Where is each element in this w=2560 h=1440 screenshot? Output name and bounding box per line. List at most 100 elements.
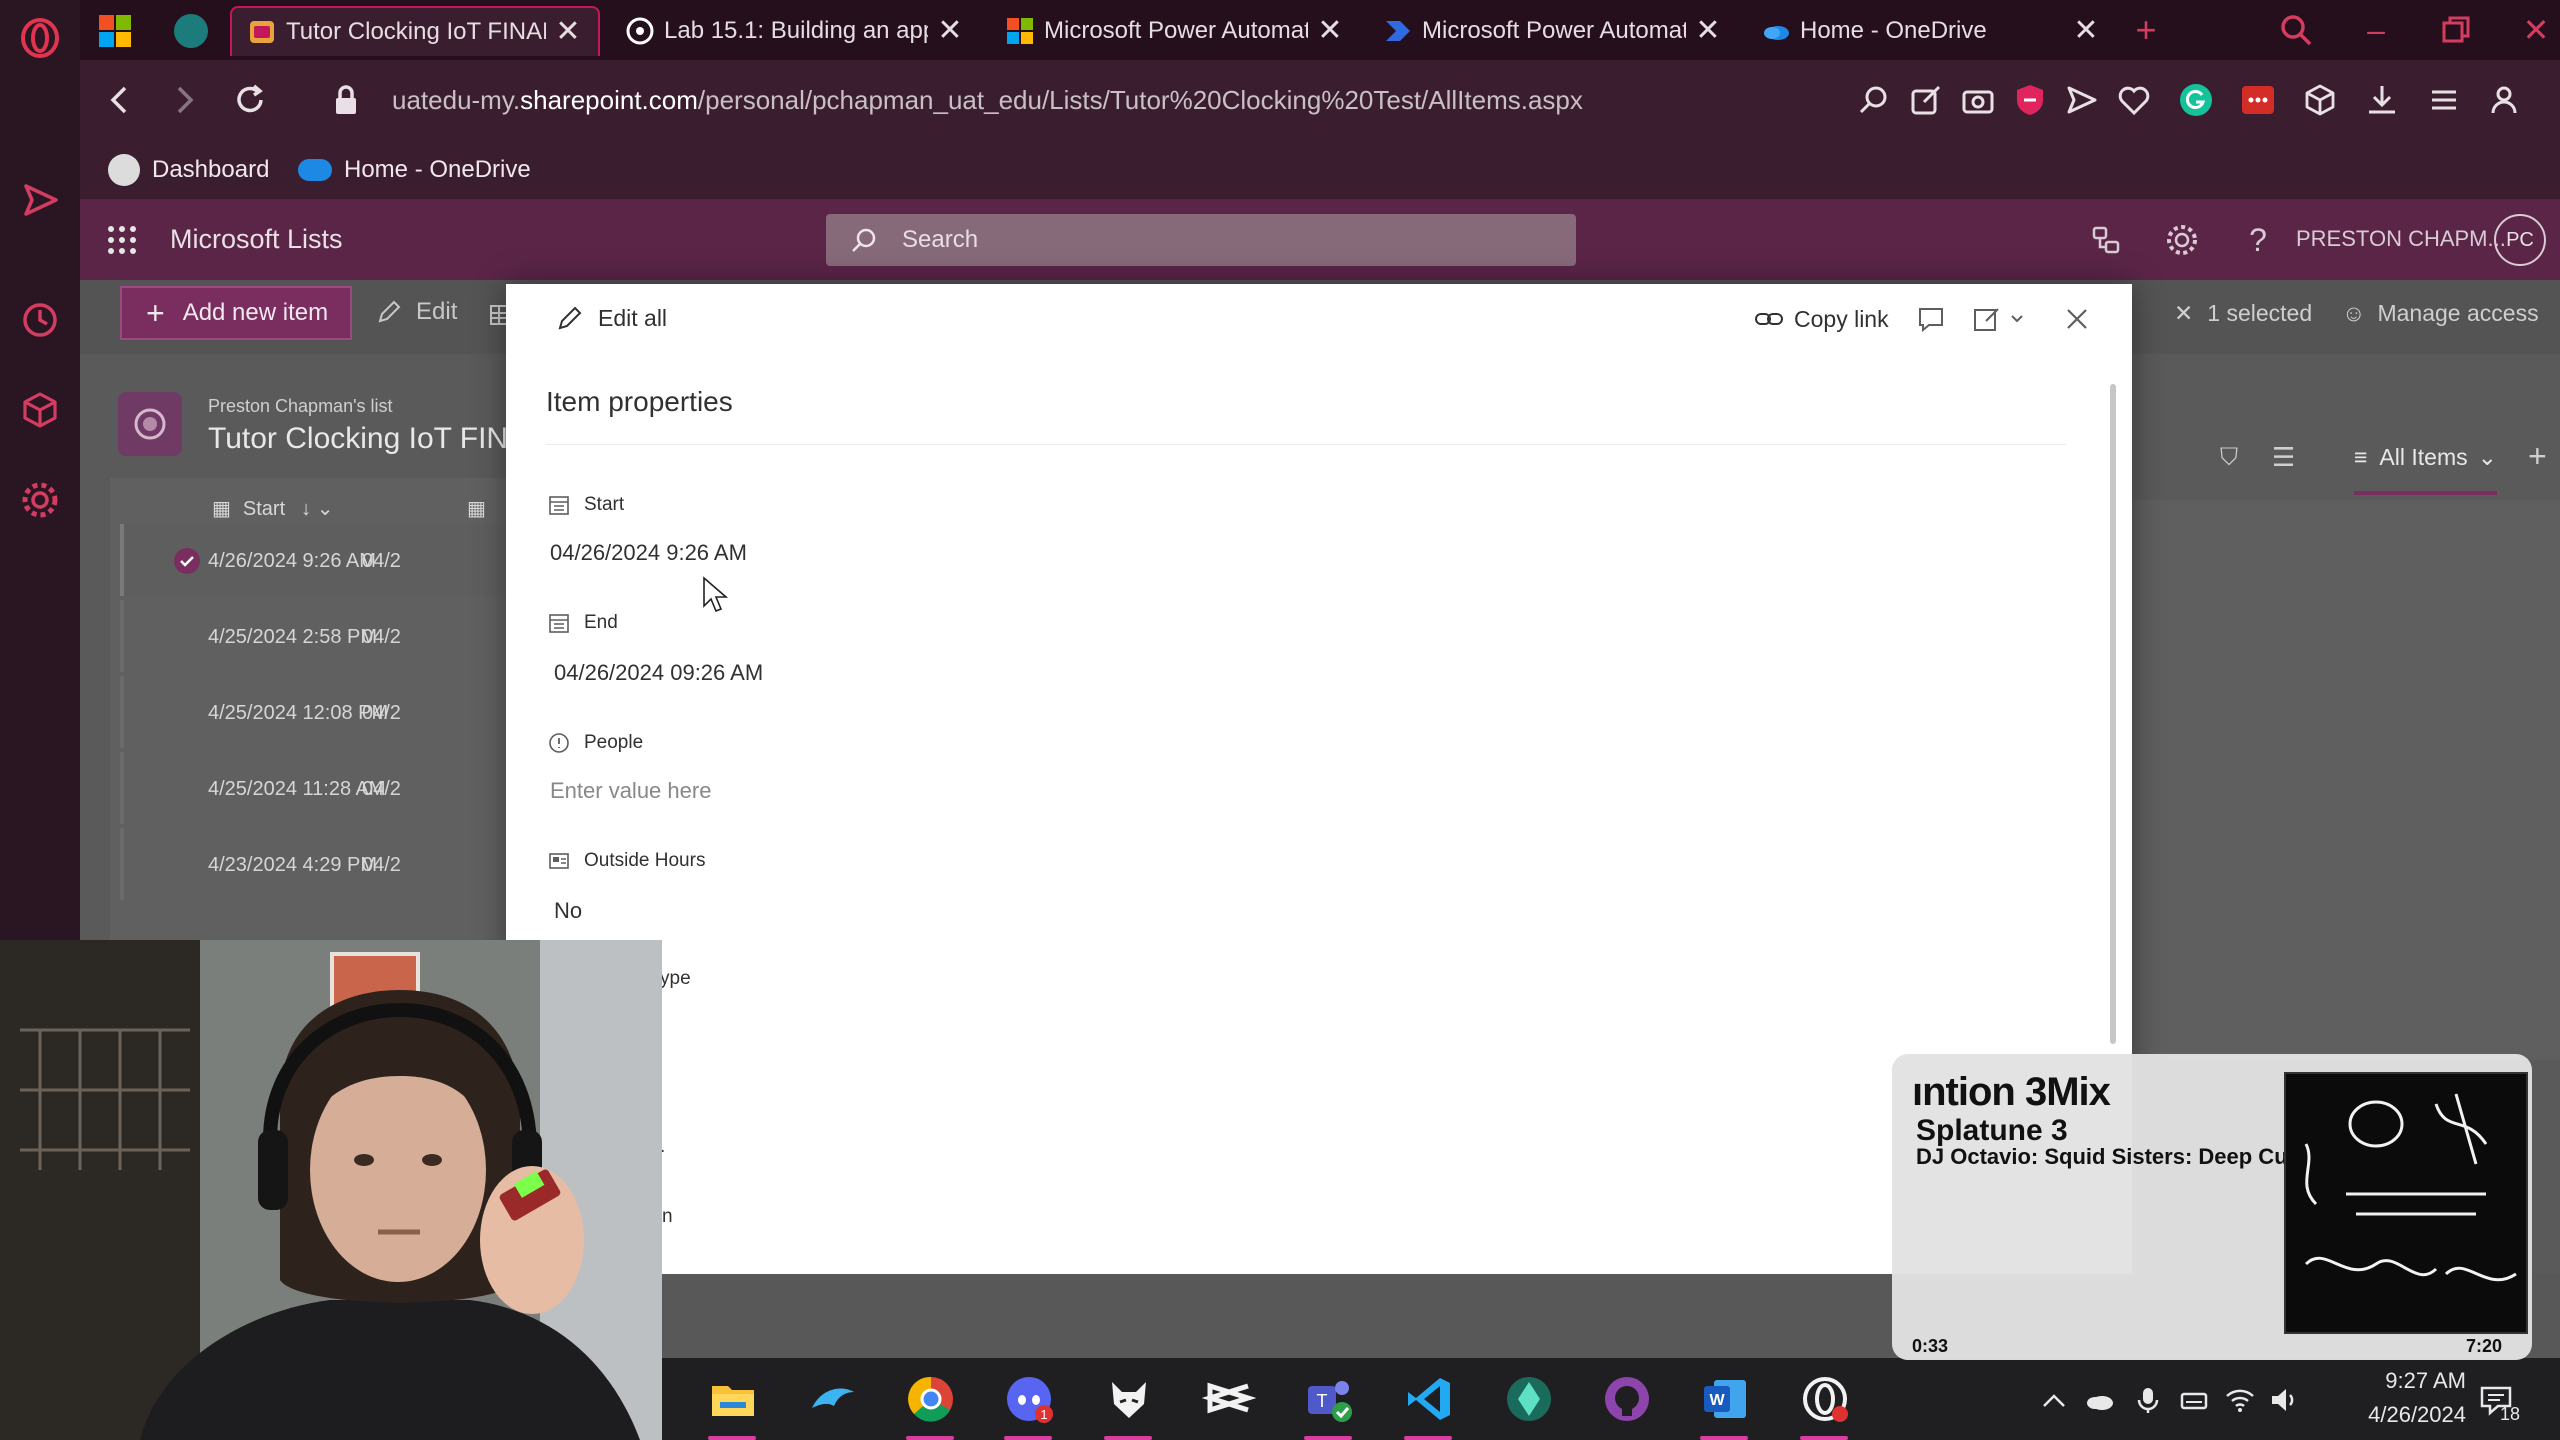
- field-value-start[interactable]: 04/26/2024 9:26 AM: [550, 540, 747, 566]
- selection-info[interactable]: ✕ 1 selected: [2174, 300, 2312, 327]
- add-new-item-button[interactable]: + Add new item: [120, 286, 352, 340]
- back-icon[interactable]: [100, 80, 140, 120]
- close-tab-icon[interactable]: ✕: [554, 17, 582, 47]
- search-tabs-icon[interactable]: [2278, 12, 2314, 48]
- app-launcher-icon[interactable]: [104, 222, 140, 258]
- search-box[interactable]: Search: [826, 214, 1576, 266]
- tab-onedrive[interactable]: Home - OneDrive ✕: [1746, 6, 2116, 56]
- network-device-icon[interactable]: [2178, 1384, 2210, 1416]
- edit-all-button[interactable]: Edit all: [556, 304, 667, 332]
- table-row[interactable]: 4/23/2024 4:29 PM 04/2: [120, 828, 540, 900]
- comment-icon[interactable]: [1916, 304, 1946, 334]
- url-field[interactable]: uatedu-my.sharepoint.com/personal/pchapm…: [392, 80, 1583, 120]
- sharepoint-pinned-icon[interactable]: [174, 14, 208, 48]
- easy-setup-menu-icon[interactable]: [2426, 82, 2462, 118]
- svg-text:W: W: [1709, 1392, 1725, 1409]
- bookmark-dashboard[interactable]: Dashboard: [108, 152, 269, 188]
- new-tab-icon[interactable]: +: [2128, 12, 2164, 48]
- table-row[interactable]: 4/25/2024 11:28 AM 04/2: [120, 752, 540, 824]
- vscode-icon[interactable]: [1402, 1372, 1456, 1426]
- taskbar-running-indicator: [1104, 1436, 1152, 1440]
- panel-scrollbar[interactable]: [2110, 384, 2116, 1044]
- snapshot-camera-icon[interactable]: [1960, 82, 1996, 118]
- share-edit-icon[interactable]: [1908, 82, 1944, 118]
- volume-icon[interactable]: [2268, 1384, 2300, 1416]
- clock-time[interactable]: 9:27 AM: [2336, 1368, 2466, 1394]
- profile-icon[interactable]: [2486, 82, 2522, 118]
- opera-gx-icon[interactable]: [1798, 1372, 1852, 1426]
- download-icon[interactable]: [2364, 82, 2400, 118]
- user-name[interactable]: PRESTON CHAPM...: [2296, 226, 2506, 252]
- view-selector[interactable]: ≡ All Items ⌄: [2354, 444, 2497, 495]
- close-tab-icon[interactable]: ✕: [2072, 16, 2100, 46]
- ad-blocker-shield-icon[interactable]: [2012, 82, 2048, 118]
- reload-icon[interactable]: [230, 80, 270, 120]
- filter-icon[interactable]: ⛉: [2220, 444, 2238, 472]
- clock-date[interactable]: 4/26/2024: [2316, 1402, 2466, 1428]
- group-list-icon[interactable]: ☰: [2272, 442, 2295, 473]
- file-explorer-icon[interactable]: [706, 1372, 760, 1426]
- chrome-icon[interactable]: [904, 1372, 958, 1426]
- edit-form-icon[interactable]: [1972, 304, 2032, 334]
- microphone-icon[interactable]: [2132, 1384, 2164, 1416]
- opera-logo-icon[interactable]: [18, 16, 62, 60]
- heart-icon[interactable]: [2116, 82, 2152, 118]
- avatar[interactable]: PC: [2494, 214, 2546, 266]
- wifi-icon[interactable]: [2224, 1384, 2256, 1416]
- close-tab-icon[interactable]: ✕: [1316, 16, 1344, 46]
- edit-command[interactable]: Edit: [376, 298, 457, 326]
- settings-gear-icon[interactable]: [18, 478, 62, 522]
- tray-chevron-up-icon[interactable]: [2038, 1384, 2070, 1416]
- teams-icon[interactable]: T: [1302, 1372, 1356, 1426]
- edge-dolphin-icon[interactable]: [806, 1372, 860, 1426]
- row-selected-check-icon[interactable]: [174, 548, 200, 574]
- send-flow-icon[interactable]: [18, 178, 62, 222]
- history-icon[interactable]: [18, 298, 62, 342]
- table-row[interactable]: 4/25/2024 2:58 PM 04/2: [120, 600, 540, 672]
- add-view-icon[interactable]: +: [2528, 438, 2547, 475]
- close-tab-icon[interactable]: ✕: [1694, 16, 1722, 46]
- field-value-end[interactable]: 04/26/2024 09:26 AM: [554, 660, 763, 686]
- send-icon[interactable]: [2064, 82, 2100, 118]
- extensions-icon[interactable]: [2302, 82, 2338, 118]
- extensions-cube-icon[interactable]: [18, 388, 62, 432]
- help-icon[interactable]: ?: [2238, 220, 2278, 260]
- manage-access-button[interactable]: ☺ Manage access: [2342, 300, 2539, 327]
- minimize-icon[interactable]: –: [2358, 12, 2394, 48]
- word-icon[interactable]: W: [1698, 1372, 1752, 1426]
- restore-window-icon[interactable]: [2438, 12, 2474, 48]
- copy-link-button[interactable]: Copy link: [1754, 304, 1889, 334]
- field-value-people[interactable]: Enter value here: [550, 778, 711, 804]
- tab-power-automate-1[interactable]: Microsoft Power Automat ✕: [990, 6, 1360, 56]
- close-tab-icon[interactable]: ✕: [936, 16, 964, 46]
- share-connect-icon[interactable]: [2086, 220, 2126, 260]
- lastpass-icon[interactable]: [2240, 82, 2276, 118]
- tab-power-automate-2[interactable]: Microsoft Power Automat ✕: [1368, 6, 1738, 56]
- grammarly-icon[interactable]: [2178, 82, 2214, 118]
- zoom-search-icon[interactable]: [1856, 82, 1892, 118]
- add-new-item-label: Add new item: [182, 299, 329, 326]
- column-header-start[interactable]: ▦ Start ↓ ⌄ ▦: [128, 496, 486, 521]
- bookmark-onedrive[interactable]: Home - OneDrive: [298, 152, 531, 188]
- table-row[interactable]: 4/25/2024 12:08 PM 04/2: [120, 676, 540, 748]
- lock-icon[interactable]: [326, 80, 366, 120]
- microsoft-logo-icon[interactable]: [98, 14, 132, 48]
- settings-icon[interactable]: [2162, 220, 2202, 260]
- github-icon[interactable]: [1600, 1372, 1654, 1426]
- forward-icon[interactable]: [164, 80, 204, 120]
- discord-icon[interactable]: 1: [1002, 1372, 1056, 1426]
- tab-tutor-clocking[interactable]: Tutor Clocking IoT FINAL ✕: [230, 6, 600, 56]
- field-value-outside-hours[interactable]: No: [554, 898, 582, 924]
- duration: 7:20: [2466, 1336, 2503, 1356]
- close-icon[interactable]: [2062, 304, 2092, 334]
- cell-end: 04/2: [362, 702, 401, 724]
- table-row[interactable]: 4/26/2024 9:26 AM 04/2: [120, 524, 540, 596]
- app-name[interactable]: Microsoft Lists: [170, 224, 343, 255]
- gem-app-icon[interactable]: [1502, 1372, 1556, 1426]
- capcut-icon[interactable]: [1202, 1372, 1256, 1426]
- firefox-fox-icon[interactable]: [1102, 1372, 1156, 1426]
- tab-lab-15-1[interactable]: Lab 15.1: Building an app ✕: [610, 6, 980, 56]
- close-window-icon[interactable]: ✕: [2518, 12, 2554, 48]
- cell-end: 04/2: [362, 854, 401, 876]
- onedrive-tray-icon[interactable]: [2084, 1384, 2116, 1416]
